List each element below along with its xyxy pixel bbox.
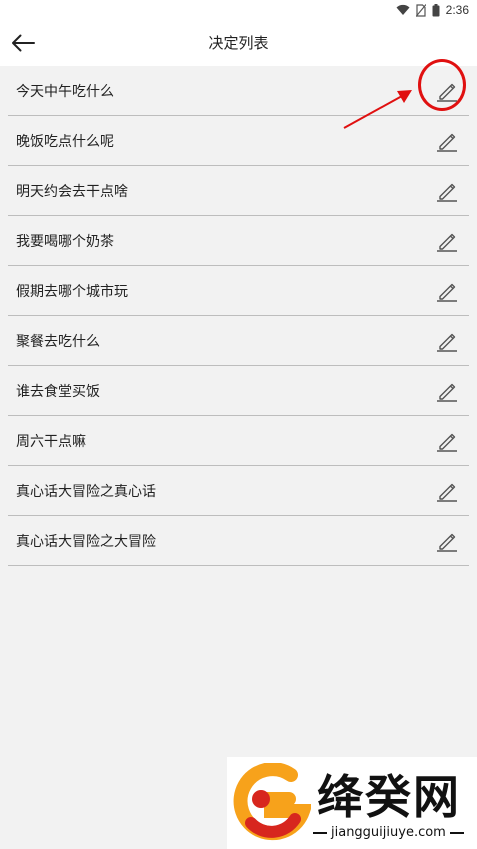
pencil-icon xyxy=(437,233,457,252)
edit-button[interactable] xyxy=(433,327,461,355)
list-item[interactable]: 明天约会去干点啥 xyxy=(8,166,469,216)
pencil-icon xyxy=(437,483,457,502)
pencil-icon xyxy=(437,133,457,152)
list-item[interactable]: 真心话大冒险之大冒险 xyxy=(8,516,469,566)
list-item-label: 今天中午吃什么 xyxy=(16,84,114,100)
list-item-label: 我要喝哪个奶茶 xyxy=(16,234,114,250)
list-item-label: 聚餐去吃什么 xyxy=(16,334,100,350)
pencil-icon xyxy=(437,183,457,202)
decision-list: 今天中午吃什么 晚饭吃点什么呢 明天约会去干点啥 我要喝哪个奶茶 假期去哪个城市… xyxy=(8,66,469,566)
list-item[interactable]: 我要喝哪个奶茶 xyxy=(8,216,469,266)
watermark: 绛癸网 jiangguijiuye.com xyxy=(227,757,477,849)
watermark-url-row: jiangguijiuye.com xyxy=(313,825,464,840)
status-bar: 2:36 xyxy=(0,0,477,20)
edit-button[interactable] xyxy=(433,377,461,405)
edit-button[interactable] xyxy=(433,477,461,505)
edit-button[interactable] xyxy=(433,227,461,255)
edit-button[interactable] xyxy=(433,527,461,555)
list-item[interactable]: 周六干点嘛 xyxy=(8,416,469,466)
edit-button[interactable] xyxy=(433,127,461,155)
status-time: 2:36 xyxy=(445,3,469,17)
pencil-icon xyxy=(437,383,457,402)
edit-button[interactable] xyxy=(433,427,461,455)
list-item-label: 周六干点嘛 xyxy=(16,434,86,450)
watermark-brand: 绛癸网 xyxy=(317,770,461,824)
list-item-label: 假期去哪个城市玩 xyxy=(16,284,128,300)
battery-icon xyxy=(432,3,440,16)
pencil-icon xyxy=(437,433,457,452)
page-title: 决定列表 xyxy=(208,34,269,52)
wifi-icon xyxy=(396,4,410,15)
annotation-circle xyxy=(418,59,466,111)
watermark-logo-icon xyxy=(233,763,311,841)
list-item[interactable]: 聚餐去吃什么 xyxy=(8,316,469,366)
status-icons: 2:36 xyxy=(396,2,469,18)
app-bar: 决定列表 xyxy=(0,20,477,66)
pencil-icon xyxy=(437,533,457,552)
list-item[interactable]: 真心话大冒险之真心话 xyxy=(8,466,469,516)
pencil-icon xyxy=(437,283,457,302)
list-item[interactable]: 谁去食堂买饭 xyxy=(8,366,469,416)
list-item-label: 谁去食堂买饭 xyxy=(16,384,100,400)
edit-button[interactable] xyxy=(433,177,461,205)
list-item-label: 明天约会去干点啥 xyxy=(16,184,128,200)
edit-button[interactable] xyxy=(433,277,461,305)
watermark-dash xyxy=(449,831,464,834)
watermark-url: jiangguijiuye.com xyxy=(331,825,446,840)
annotation-arrow xyxy=(343,90,412,129)
list-item-label: 晚饭吃点什么呢 xyxy=(16,134,114,150)
no-sim-icon xyxy=(415,3,426,17)
list-item-label: 真心话大冒险之大冒险 xyxy=(16,534,156,550)
watermark-dash xyxy=(313,831,327,834)
list-item[interactable]: 假期去哪个城市玩 xyxy=(8,266,469,316)
pencil-icon xyxy=(437,333,457,352)
list-item-label: 真心话大冒险之真心话 xyxy=(16,484,156,500)
